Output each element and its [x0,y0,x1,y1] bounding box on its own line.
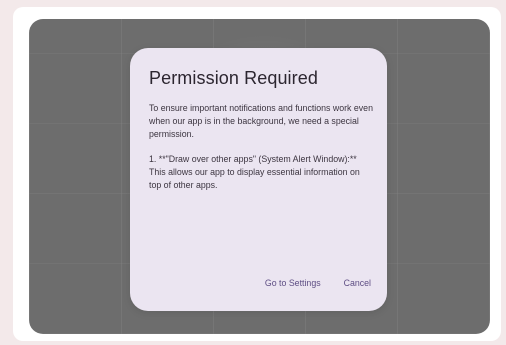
dialog-paragraph-1: To ensure important notifications and fu… [149,103,373,139]
permission-dialog: Permission Required To ensure important … [130,48,387,311]
cancel-button[interactable]: Cancel [344,278,371,288]
page: Permission Required To ensure important … [0,0,506,345]
dialog-title: Permission Required [149,68,318,88]
dialog-paragraph-2: 1. **"Draw over other apps" (System Aler… [149,154,360,190]
go-to-settings-button[interactable]: Go to Settings [265,278,321,288]
dialog-body: To ensure important notifications and fu… [149,102,373,204]
dialog-actions: Go to Settings Cancel [265,278,371,288]
screen-overlay[interactable]: Permission Required To ensure important … [29,19,490,334]
